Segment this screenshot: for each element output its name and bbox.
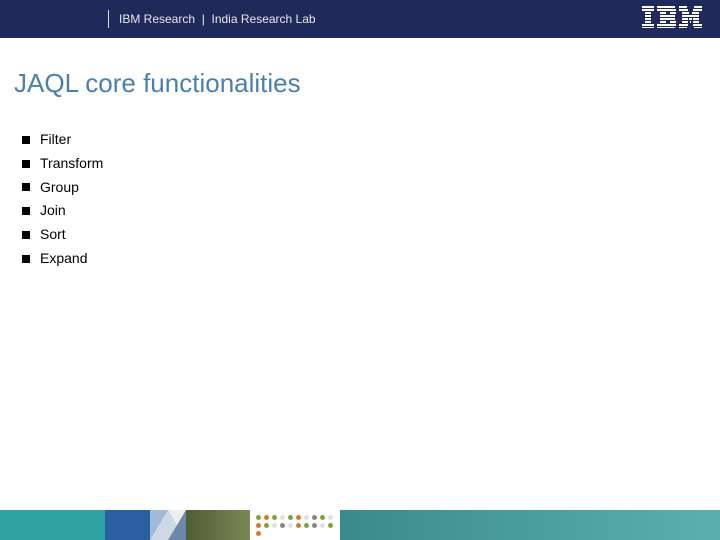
bullet-icon: [22, 160, 30, 168]
bullet-icon: [22, 231, 30, 239]
list-item: Group: [22, 176, 103, 200]
bullet-list: Filter Transform Group Join Sort Expand: [22, 128, 103, 271]
header-bar: IBM Research | India Research Lab: [0, 0, 720, 38]
list-item: Join: [22, 199, 103, 223]
bullet-text: Join: [40, 199, 66, 223]
footer-block-blue: [105, 510, 150, 540]
footer-graphic: [0, 510, 720, 540]
header-text: IBM Research | India Research Lab: [119, 12, 316, 26]
footer-block-gradient: [340, 510, 720, 540]
bullet-text: Filter: [40, 128, 71, 152]
slide: IBM Research | India Research Lab: [0, 0, 720, 540]
bullet-icon: [22, 207, 30, 215]
list-item: Sort: [22, 223, 103, 247]
header-org: IBM Research: [119, 12, 195, 26]
bullet-icon: [22, 255, 30, 263]
header-divider-icon: [108, 10, 109, 28]
bullet-icon: [22, 136, 30, 144]
list-item: Expand: [22, 247, 103, 271]
header-separator: |: [202, 12, 205, 26]
list-item: Filter: [22, 128, 103, 152]
footer-block-teal: [0, 510, 105, 540]
slide-title: JAQL core functionalities: [14, 68, 301, 99]
footer-block-diamond-icon: [150, 510, 186, 540]
footer-block-olive: [186, 510, 250, 540]
header-left: IBM Research | India Research Lab: [0, 10, 316, 28]
header-lab: India Research Lab: [212, 12, 316, 26]
ibm-logo-icon: [642, 6, 702, 33]
bullet-icon: [22, 183, 30, 191]
bullet-text: Transform: [40, 152, 103, 176]
footer-block-dots-icon: [250, 510, 340, 540]
bullet-text: Group: [40, 176, 79, 200]
bullet-text: Expand: [40, 247, 87, 271]
bullet-text: Sort: [40, 223, 66, 247]
list-item: Transform: [22, 152, 103, 176]
